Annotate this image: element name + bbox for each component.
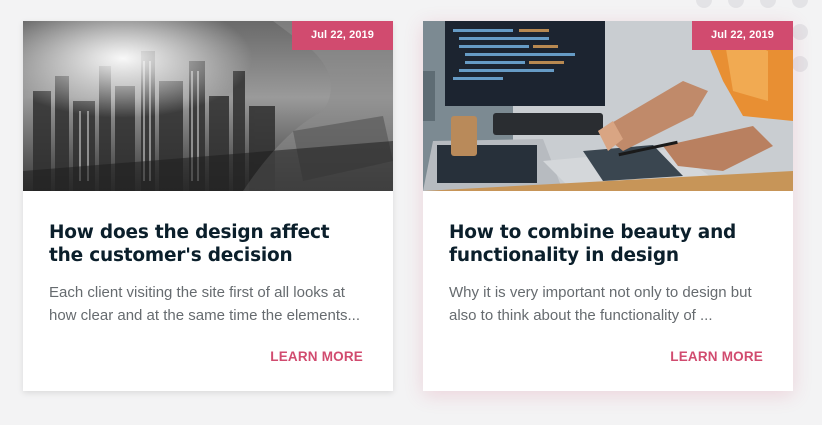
blog-card[interactable]: Jul 22, 2019 How does the design affect …: [23, 21, 393, 391]
post-title[interactable]: How does the design affect the customer'…: [49, 221, 367, 267]
dot: [728, 0, 744, 8]
blog-card[interactable]: Jul 22, 2019 How to combine beauty and f…: [423, 21, 793, 391]
blog-card-image[interactable]: Jul 22, 2019: [423, 21, 793, 191]
learn-more-link[interactable]: LEARN MORE: [670, 349, 763, 364]
date-badge: Jul 22, 2019: [692, 21, 793, 50]
date-badge: Jul 22, 2019: [292, 21, 393, 50]
post-title[interactable]: How to combine beauty and functionality …: [449, 221, 767, 267]
dot: [792, 0, 808, 8]
blog-card-image[interactable]: Jul 22, 2019: [23, 21, 393, 191]
dot: [696, 0, 712, 8]
dot: [792, 24, 808, 40]
post-excerpt: Why it is very important not only to des…: [449, 284, 752, 324]
dot: [760, 0, 776, 8]
learn-more-link[interactable]: LEARN MORE: [270, 349, 363, 364]
dot: [792, 56, 808, 72]
post-excerpt: Each client visiting the site first of a…: [49, 284, 360, 324]
